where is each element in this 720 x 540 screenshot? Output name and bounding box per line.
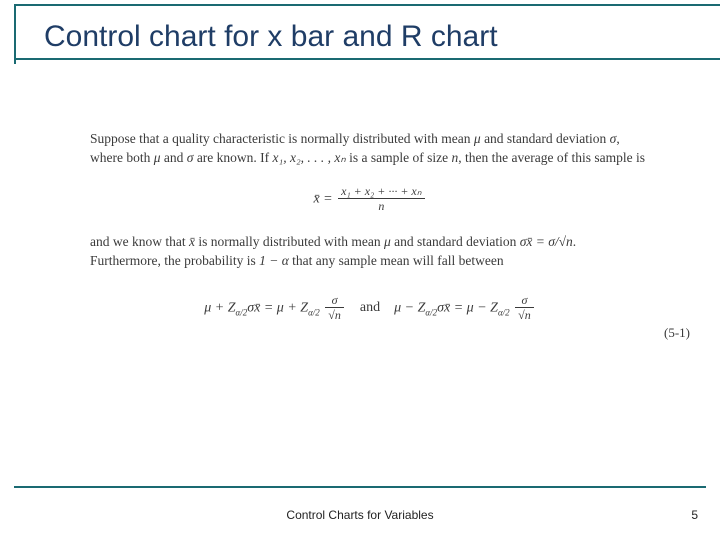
eq2-lower: μ − Zα/2σx̄ = μ − Zα/2 σ √n [394, 293, 536, 324]
eq1-numerator: x₁ + x₂ + ··· + xₙ [338, 184, 424, 199]
mu-symbol-2: μ [154, 150, 161, 165]
equation-number: (5-1) [664, 324, 690, 342]
slide-title: Control chart for x bar and R chart [44, 20, 498, 54]
p2-text-b: is normally distributed with mean [195, 234, 384, 249]
p2-text-c: and standard deviation [391, 234, 520, 249]
bottom-rule [14, 486, 706, 488]
eq2-left-a: μ + Z [204, 300, 235, 315]
mu-symbol-3: μ [384, 234, 391, 249]
content-block: Suppose that a quality characteristic is… [90, 130, 650, 324]
title-tab-accent [14, 4, 36, 64]
eq2-frac-den-1: √n [325, 308, 344, 324]
equation-bounds: μ + Zα/2σx̄ = μ + Zα/2 σ √n and μ − Zα/2… [90, 293, 650, 324]
eq2-frac-den-2: √n [515, 308, 534, 324]
p1-text-g: , then the average of this sample is [458, 150, 645, 165]
p1-text-b: and standard deviation [481, 131, 610, 146]
p1-text-e: are known. If [193, 150, 272, 165]
eq1-lhs: x̄ = [313, 192, 336, 207]
eq2-right-b: σx̄ = μ − Z [437, 300, 498, 315]
paragraph-1: Suppose that a quality characteristic is… [90, 130, 650, 168]
title-bar: Control chart for x bar and R chart [14, 4, 720, 60]
eq2-frac-num-2: σ [515, 293, 534, 308]
mu-symbol: μ [474, 131, 481, 146]
eq2-frac-upper: σ √n [325, 293, 344, 324]
sigma-xbar-expr: σx̄ = σ/√n [520, 234, 573, 249]
eq1-fraction: x₁ + x₂ + ··· + xₙ n [338, 184, 424, 215]
slide: Control chart for x bar and R chart Supp… [0, 0, 720, 540]
p1-text-a: Suppose that a quality characteristic is… [90, 131, 474, 146]
eq2-sub-3: α/2 [425, 307, 437, 317]
sample-list: x₁, x₂, . . . , xₙ [273, 150, 346, 165]
footer-text: Control Charts for Variables [0, 508, 720, 522]
eq2-sub-2: α/2 [308, 307, 320, 317]
p2-text-e: that any sample mean will fall between [289, 253, 504, 268]
p2-text-a: and we know that [90, 234, 189, 249]
eq2-right-a: μ − Z [394, 300, 425, 315]
p1-text-d: and [161, 150, 187, 165]
equation-xbar: x̄ = x₁ + x₂ + ··· + xₙ n [90, 184, 650, 215]
eq2-and: and [360, 298, 380, 318]
eq2-frac-num-1: σ [325, 293, 344, 308]
paragraph-2: and we know that x̄ is normally distribu… [90, 233, 650, 271]
page-number: 5 [691, 508, 698, 522]
eq2-upper: μ + Zα/2σx̄ = μ + Zα/2 σ √n [204, 293, 346, 324]
eq2-left-b: σx̄ = μ + Z [247, 300, 308, 315]
equation-bounds-wrap: μ + Zα/2σx̄ = μ + Zα/2 σ √n and μ − Zα/2… [90, 277, 650, 324]
eq1-denominator: n [338, 199, 424, 215]
p1-text-f: is a sample of size [346, 150, 452, 165]
eq2-frac-lower: σ √n [515, 293, 534, 324]
eq2-sub-1: α/2 [236, 307, 248, 317]
one-minus-alpha: 1 − α [259, 253, 289, 268]
eq2-sub-4: α/2 [498, 307, 510, 317]
